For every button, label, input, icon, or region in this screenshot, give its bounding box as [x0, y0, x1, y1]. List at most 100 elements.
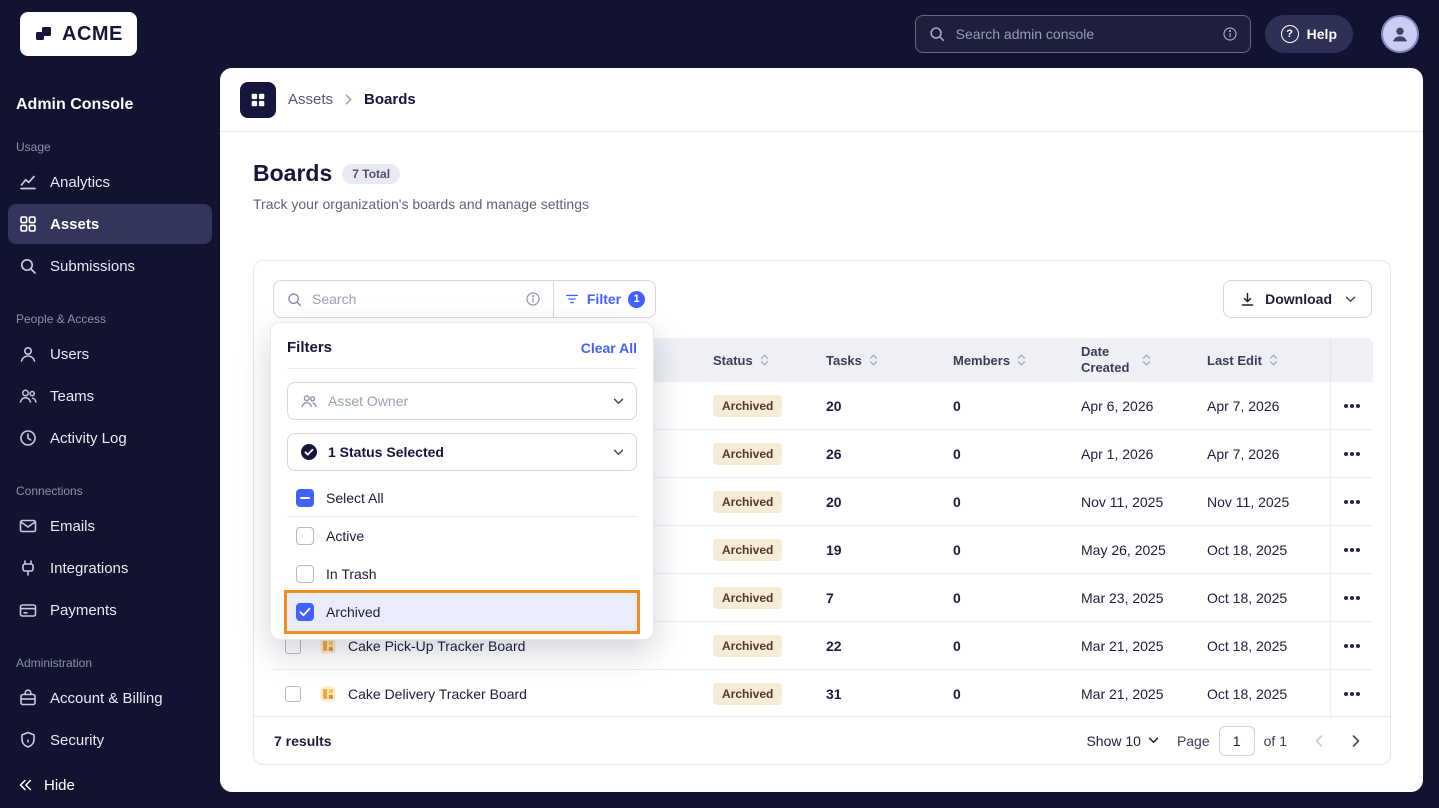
row-more-button[interactable]: [1330, 670, 1373, 718]
checkbox-unchecked-icon[interactable]: [296, 565, 314, 583]
status-select-value: 1 Status Selected: [328, 444, 444, 460]
topbar: ACME ? Help: [0, 0, 1439, 68]
header-actions-cell: [1330, 338, 1373, 382]
sidebar-item-payments[interactable]: Payments: [8, 590, 212, 630]
row-more-button[interactable]: [1330, 430, 1373, 478]
column-header-last-edit[interactable]: Last Edit: [1207, 353, 1330, 368]
column-header-members[interactable]: Members: [953, 353, 1081, 368]
grid-icon: [240, 81, 276, 118]
sidebar-item-submissions[interactable]: Submissions: [8, 246, 212, 286]
status-select[interactable]: 1 Status Selected: [287, 433, 637, 471]
billing-icon: [18, 688, 38, 708]
page-title: Boards: [253, 160, 333, 186]
sidebar-item-activity-log[interactable]: Activity Log: [8, 418, 212, 458]
admin-search-input[interactable]: [955, 26, 1212, 42]
row-more-button[interactable]: [1330, 526, 1373, 574]
board-icon: [320, 638, 336, 654]
row-more-button[interactable]: [1330, 574, 1373, 622]
chevron-down-icon: [613, 398, 624, 405]
breadcrumb: Assets Boards: [220, 68, 1423, 132]
boards-search-input[interactable]: [312, 291, 516, 307]
filter-button[interactable]: Filter 1: [553, 281, 655, 317]
sort-icon[interactable]: [1142, 353, 1151, 367]
boards-search[interactable]: [274, 281, 553, 317]
row-more-button[interactable]: [1330, 622, 1373, 670]
asset-owner-select[interactable]: Asset Owner: [287, 382, 637, 420]
column-header-date-created[interactable]: Date Created: [1081, 344, 1207, 375]
row-more-button[interactable]: [1330, 382, 1373, 430]
sidebar-item-users[interactable]: Users: [8, 334, 212, 374]
previous-page-button[interactable]: [1305, 727, 1333, 755]
breadcrumb-current: Boards: [364, 91, 416, 108]
status-badge: Archived: [713, 635, 783, 657]
breadcrumb-separator-icon: [345, 94, 352, 105]
checkbox-indeterminate-icon[interactable]: [296, 488, 314, 507]
breadcrumb-assets-link[interactable]: Assets: [288, 91, 333, 108]
logo-glyph-icon: [34, 24, 54, 44]
page-number-input[interactable]: [1218, 725, 1255, 756]
info-icon[interactable]: [525, 291, 541, 307]
status-badge: Archived: [713, 443, 783, 465]
people-icon: [300, 392, 318, 410]
clear-all-button[interactable]: Clear All: [581, 340, 637, 356]
status-badge: Archived: [713, 395, 783, 417]
download-button[interactable]: Download: [1223, 280, 1372, 318]
checkbox-checked-icon[interactable]: [296, 603, 314, 621]
chevron-down-icon: [1345, 296, 1356, 303]
user-avatar[interactable]: [1381, 15, 1419, 53]
activity-log-icon: [18, 428, 38, 448]
payments-icon: [18, 600, 38, 620]
option-active[interactable]: Active: [287, 517, 637, 555]
help-button[interactable]: ? Help: [1264, 15, 1353, 53]
logo-text: ACME: [62, 22, 123, 45]
sidebar-item-teams[interactable]: Teams: [8, 376, 212, 416]
filters-dropdown: Filters Clear All Asset Owner 1 Status S…: [270, 322, 654, 640]
sidebar-title: Admin Console: [16, 96, 134, 113]
integrations-icon: [18, 558, 38, 578]
show-per-page-select[interactable]: Show 10: [1086, 733, 1159, 749]
search-icon: [286, 291, 303, 308]
sidebar-item-security[interactable]: Security: [8, 720, 212, 760]
checkbox-unchecked-icon[interactable]: [296, 527, 314, 545]
more-icon: [1350, 404, 1354, 408]
users-icon: [18, 344, 38, 364]
sort-icon[interactable]: [1269, 353, 1278, 367]
row-more-button[interactable]: [1330, 478, 1373, 526]
status-check-icon: [300, 443, 318, 461]
row-checkbox[interactable]: [285, 638, 301, 654]
sidebar: Admin Console Usage Analytics Assets Sub…: [0, 68, 220, 808]
info-icon[interactable]: [1222, 26, 1238, 42]
sort-icon[interactable]: [869, 353, 878, 367]
hide-sidebar-button[interactable]: Hide: [16, 776, 75, 794]
sidebar-item-integrations[interactable]: Integrations: [8, 548, 212, 588]
row-checkbox[interactable]: [285, 686, 301, 702]
option-archived[interactable]: Archived: [284, 590, 640, 634]
acme-logo[interactable]: ACME: [20, 12, 137, 56]
table-row[interactable]: Cake Delivery Tracker Board Archived 31 …: [273, 670, 1373, 718]
sidebar-section-people-access: People & Access: [16, 312, 107, 326]
more-icon: [1350, 596, 1354, 600]
next-page-button[interactable]: [1342, 727, 1370, 755]
column-header-status[interactable]: Status: [713, 353, 826, 368]
option-select-all[interactable]: Select All: [287, 479, 637, 517]
teams-icon: [18, 386, 38, 406]
status-badge: Archived: [713, 539, 783, 561]
sidebar-item-analytics[interactable]: Analytics: [8, 162, 212, 202]
emails-icon: [18, 516, 38, 536]
sidebar-section-connections: Connections: [16, 484, 83, 498]
more-icon: [1350, 548, 1354, 552]
sort-icon[interactable]: [1017, 353, 1026, 367]
chevron-down-icon: [1148, 737, 1159, 744]
admin-search[interactable]: [914, 15, 1251, 53]
more-icon: [1350, 500, 1354, 504]
sort-icon[interactable]: [760, 353, 769, 367]
sidebar-item-assets[interactable]: Assets: [8, 204, 212, 244]
sidebar-item-emails[interactable]: Emails: [8, 506, 212, 546]
assets-icon: [18, 214, 38, 234]
filter-icon: [564, 291, 580, 307]
sidebar-item-account-billing[interactable]: Account & Billing: [8, 678, 212, 718]
hide-icon: [16, 776, 34, 794]
column-header-tasks[interactable]: Tasks: [826, 353, 953, 368]
page-subtitle: Track your organization's boards and man…: [253, 196, 590, 212]
option-in-trash[interactable]: In Trash: [287, 555, 637, 593]
